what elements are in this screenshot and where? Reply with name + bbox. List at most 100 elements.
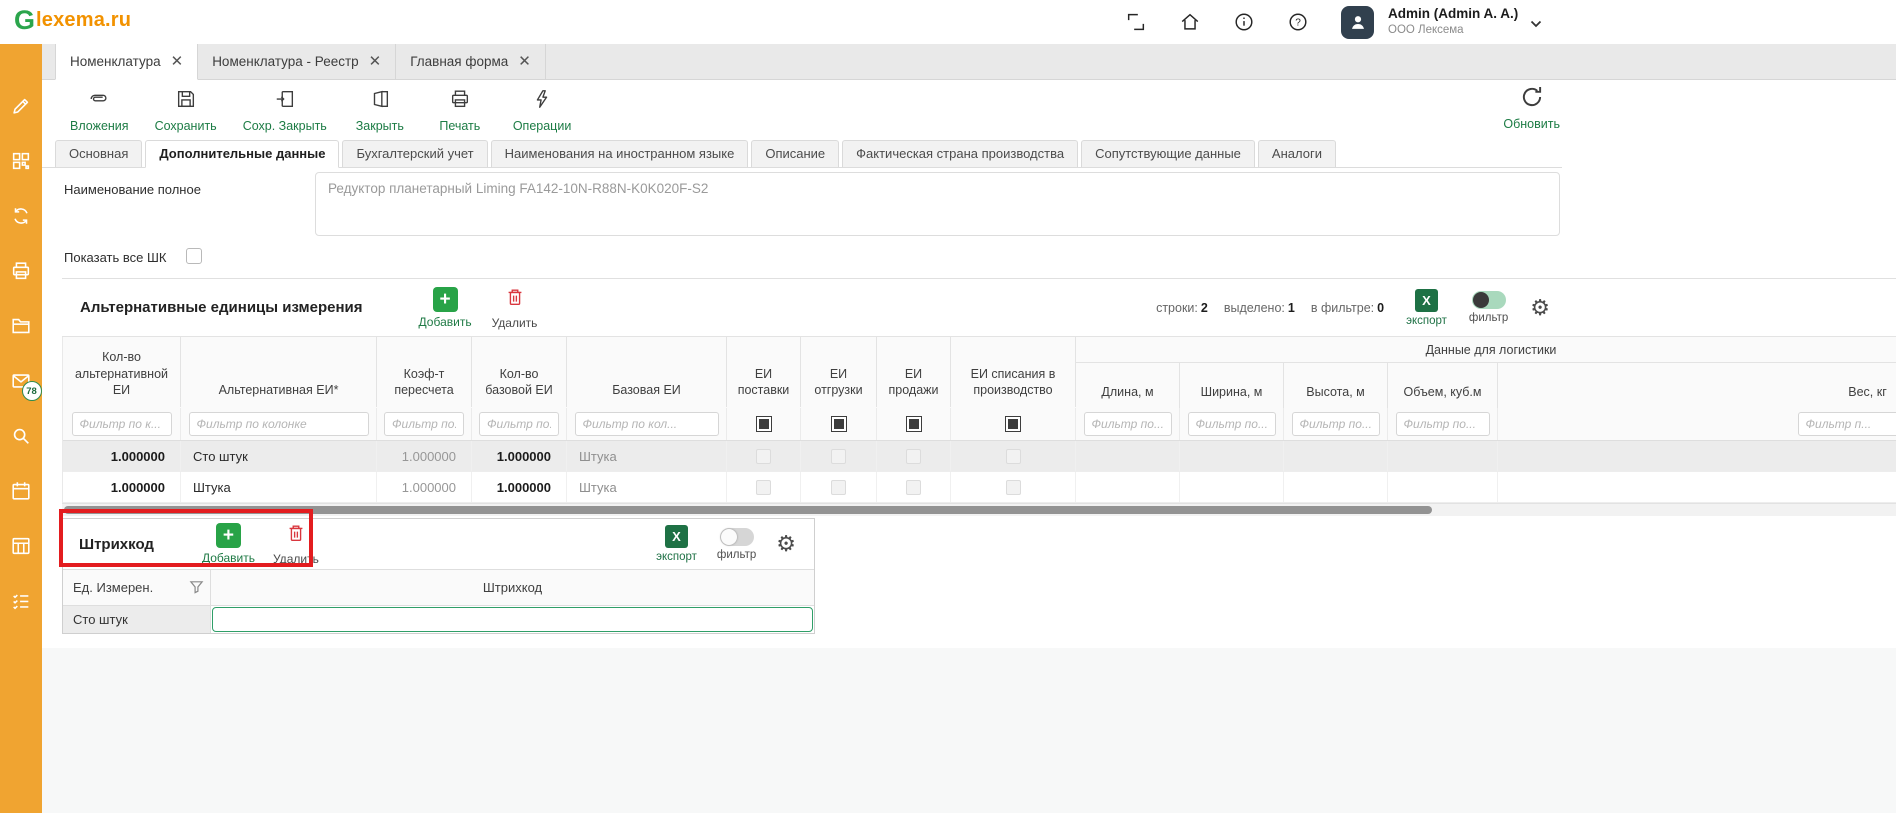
col-qty-alt[interactable]: Кол-во альтернативной ЕИ (63, 337, 181, 407)
barcode-export-button[interactable]: X экспорт (656, 525, 697, 563)
col-ei-spisaniya[interactable]: ЕИ списания в производство (951, 337, 1076, 407)
print-button[interactable]: Печать (433, 88, 487, 133)
scrollbar-thumb[interactable] (64, 506, 1432, 514)
col-ei-postavki[interactable]: ЕИ поставки (727, 337, 801, 407)
subtab-analogi[interactable]: Аналоги (1258, 140, 1336, 167)
table-icon[interactable] (10, 534, 33, 557)
show-all-barcodes-checkbox[interactable] (186, 248, 202, 264)
row-checkbox-prodazhi[interactable] (906, 480, 921, 495)
checklist-icon[interactable] (10, 589, 33, 612)
tab-close-icon[interactable]: ✕ (369, 54, 382, 69)
filter-checkbox-otgruzki[interactable] (831, 416, 847, 432)
alt-filter-toggle[interactable]: фильтр (1469, 291, 1508, 324)
user-info[interactable]: Admin (Admin A. A.) ООО Лексема (1388, 6, 1518, 37)
col-volume[interactable]: Объем, куб.м (1388, 363, 1498, 408)
subtab-dopolnitelnye-dannye[interactable]: Дополнительные данные (145, 140, 339, 168)
horizontal-scrollbar[interactable] (62, 503, 1896, 516)
table-row[interactable]: Сто штук (63, 606, 814, 633)
filter-input-height[interactable] (1292, 412, 1380, 436)
print-icon[interactable] (10, 259, 33, 282)
filter-input-length[interactable] (1084, 412, 1172, 436)
col-base-unit[interactable]: Базовая ЕИ (567, 337, 727, 407)
logo[interactable]: G lexema.ru (14, 7, 131, 34)
filter-toggle-on[interactable] (1472, 291, 1506, 309)
subtab-opisanie[interactable]: Описание (751, 140, 839, 167)
tab-nomenklatura[interactable]: Номенклатура ✕ (55, 44, 198, 80)
barcode-filter-toggle[interactable]: фильтр (717, 528, 756, 561)
funnel-filter-icon[interactable] (189, 579, 204, 597)
barcode-input[interactable] (212, 607, 813, 632)
col-qty-base[interactable]: Кол-во базовой ЕИ (472, 337, 567, 407)
row-checkbox-postavki[interactable] (756, 480, 771, 495)
full-name-field[interactable]: Редуктор планетарный Liming FA142-10N-R8… (315, 172, 1560, 236)
settings-gear-icon[interactable]: ⚙ (776, 533, 796, 555)
filter-input-qty-base[interactable] (479, 412, 559, 436)
edit-icon[interactable] (10, 94, 33, 117)
cell-unit[interactable]: Сто штук (63, 606, 211, 633)
subtab-strana-proizvodstva[interactable]: Фактическая страна производства (842, 140, 1078, 167)
subtab-naimenovaniya[interactable]: Наименования на иностранном языке (491, 140, 749, 167)
alt-delete-button[interactable]: Удалить (492, 286, 538, 330)
col-ei-otgruzki[interactable]: ЕИ отгрузки (801, 337, 877, 407)
user-avatar[interactable] (1341, 6, 1374, 39)
info-icon[interactable] (1233, 11, 1255, 33)
sync-icon[interactable] (10, 204, 33, 227)
filter-input-width[interactable] (1188, 412, 1276, 436)
row-checkbox-spisaniya[interactable] (1006, 449, 1021, 464)
filter-checkbox-postavki[interactable] (756, 416, 772, 432)
calendar-icon[interactable] (10, 479, 33, 502)
qr-grid-icon[interactable] (10, 149, 33, 172)
table-row[interactable]: 1.000000 Сто штук 1.000000 1.000000 Штук… (63, 441, 1896, 472)
col-coef[interactable]: Коэф-т пересчета (377, 337, 472, 407)
filter-input-weight[interactable] (1798, 412, 1896, 436)
close-button[interactable]: Закрыть (353, 88, 407, 133)
search-icon[interactable] (10, 424, 33, 447)
help-icon[interactable]: ? (1287, 11, 1309, 33)
alt-add-button[interactable]: + Добавить (419, 287, 472, 329)
col-width[interactable]: Ширина, м (1180, 363, 1284, 408)
row-checkbox-otgruzki[interactable] (831, 449, 846, 464)
row-checkbox-postavki[interactable] (756, 449, 771, 464)
subtab-buhgalterskiy-uchet[interactable]: Бухгалтерский учет (342, 140, 487, 167)
save-button[interactable]: Сохранить (155, 88, 217, 133)
chevron-down-icon[interactable] (1530, 15, 1542, 33)
save-close-button[interactable]: Сохр. Закрыть (243, 88, 327, 133)
filter-checkbox-spisaniya[interactable] (1005, 416, 1021, 432)
attachments-button[interactable]: Вложения (70, 88, 129, 133)
col-height[interactable]: Высота, м (1284, 363, 1388, 408)
col-barcode[interactable]: Штрихкод (211, 570, 814, 605)
alt-export-button[interactable]: X экспорт (1406, 289, 1447, 327)
col-alt-unit[interactable]: Альтернативная ЕИ* (181, 337, 377, 407)
filter-toggle-off[interactable] (720, 528, 754, 546)
folder-icon[interactable] (10, 314, 33, 337)
tab-nomenklatura-reestr[interactable]: Номенклатура - Реестр ✕ (198, 44, 396, 79)
home-icon[interactable] (1179, 11, 1201, 33)
filter-input-volume[interactable] (1396, 412, 1490, 436)
tab-close-icon[interactable]: ✕ (171, 54, 184, 69)
layout-switch-icon[interactable] (1125, 11, 1147, 33)
col-length[interactable]: Длина, м (1076, 363, 1180, 408)
row-checkbox-prodazhi[interactable] (906, 449, 921, 464)
tab-close-icon[interactable]: ✕ (518, 54, 531, 69)
filter-input-coef[interactable] (384, 412, 464, 436)
settings-gear-icon[interactable]: ⚙ (1530, 297, 1550, 319)
filter-checkbox-prodazhi[interactable] (906, 416, 922, 432)
col-weight[interactable]: Вес, кг (1498, 363, 1896, 408)
alt-units-title: Альтернативные единицы измерения (80, 299, 363, 316)
filter-input-base-unit[interactable] (575, 412, 719, 436)
filter-input-qty-alt[interactable] (72, 412, 172, 436)
refresh-button[interactable]: Обновить (1503, 84, 1560, 131)
barcode-add-button[interactable]: + Добавить (202, 523, 255, 565)
col-ei-prodazhi[interactable]: ЕИ продажи (877, 337, 951, 407)
barcode-delete-button[interactable]: Удалить (273, 522, 319, 566)
col-unit[interactable]: Ед. Измерен. (63, 570, 211, 605)
table-row[interactable]: 1.000000 Штука 1.000000 1.000000 Штука (63, 472, 1896, 503)
tab-glavnaya-forma[interactable]: Главная форма ✕ (396, 44, 546, 79)
row-checkbox-spisaniya[interactable] (1006, 480, 1021, 495)
operations-button[interactable]: Операции (513, 88, 571, 133)
row-checkbox-otgruzki[interactable] (831, 480, 846, 495)
subtab-osnovnaya[interactable]: Основная (55, 140, 142, 167)
subtab-soputstvuyushchie[interactable]: Сопутствующие данные (1081, 140, 1255, 167)
mail-icon[interactable]: 78 (10, 369, 33, 392)
filter-input-alt-unit[interactable] (189, 412, 369, 436)
